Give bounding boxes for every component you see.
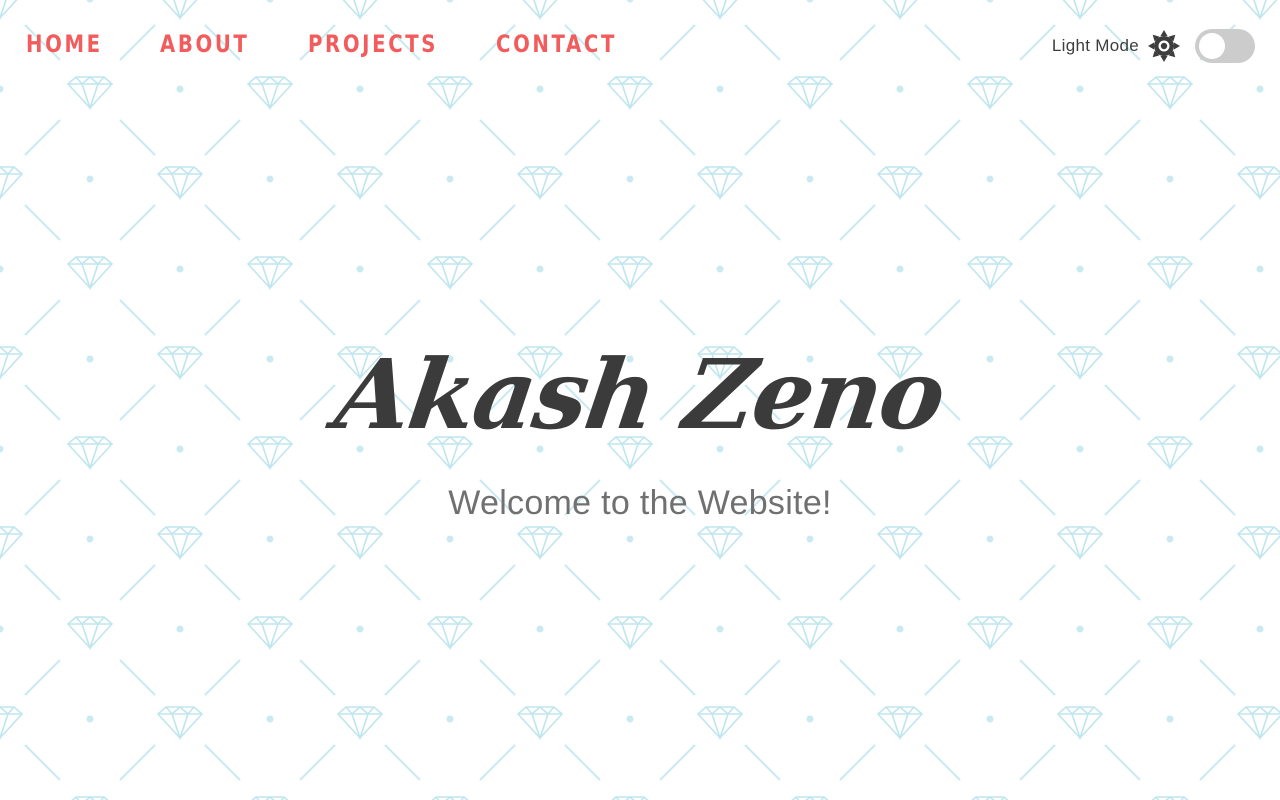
theme-toggle[interactable] [1195,29,1255,63]
nav-contact-link[interactable]: CONTACT [496,28,614,60]
nav-about-link[interactable]: ABOUT [160,28,253,60]
hero-title: Akash Zeno [329,338,951,451]
toggle-knob [1199,33,1225,59]
sun-icon [1147,29,1181,63]
main-nav: HOME ABOUT PROJECTS CONTACT [26,28,670,60]
hero-section: Akash Zeno Welcome to the Website! [0,330,1280,523]
nav-projects-link[interactable]: PROJECTS [308,28,435,60]
nav-home-link[interactable]: HOME [26,28,108,60]
mode-label: Light Mode [1051,36,1139,55]
page: HOME ABOUT PROJECTS CONTACT Light Mode A… [0,0,1280,800]
theme-switcher: Light Mode [1052,29,1255,63]
hero-subtitle: Welcome to the Website! [448,484,832,522]
